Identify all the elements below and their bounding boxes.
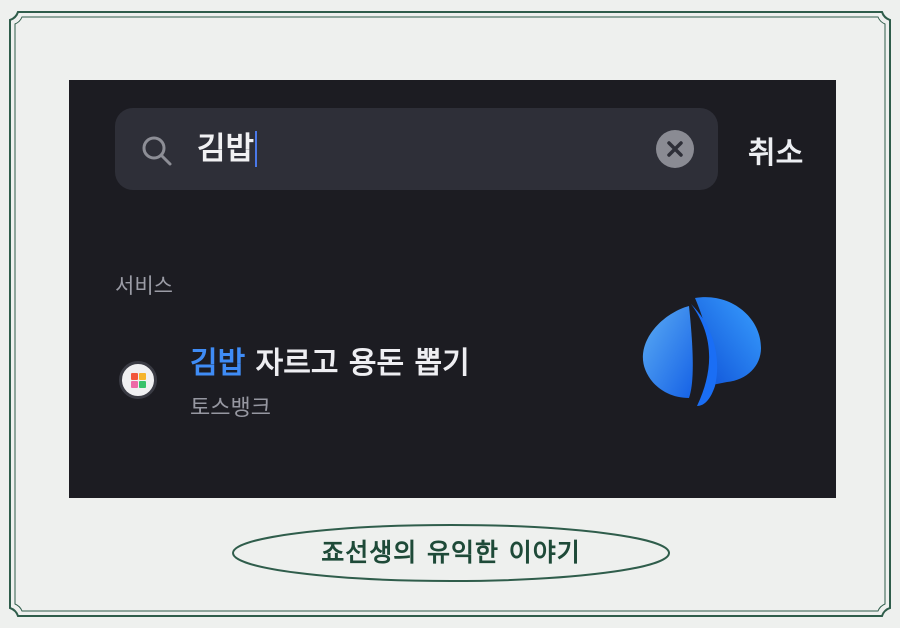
app-icon-tile-green [139, 381, 146, 388]
app-icon-tile-yellow [139, 373, 146, 380]
section-label-services: 서비스 [115, 274, 173, 298]
app-icon-tile-pink [131, 381, 138, 388]
caption-text: 죠선생의 유익한 이야기 [321, 538, 581, 567]
search-bar[interactable]: 김밥 [115, 108, 718, 190]
clear-icon [667, 141, 683, 157]
result-title-highlight: 김밥 [190, 346, 246, 381]
search-icon [142, 136, 172, 166]
toss-logo-thumbnail [642, 297, 761, 406]
result-title-rest: 자르고 용돈 뽑기 [245, 346, 470, 381]
result-title[interactable]: 김밥 자르고 용돈 뽑기 [190, 338, 470, 382]
app-screenshot: 김밥 취소 서비스 김밥 자르고 용돈 뽑기 토스뱅크 [69, 80, 836, 498]
result-subtitle: 토스뱅크 [190, 396, 271, 421]
app-icon [119, 361, 157, 399]
app-icon-tile-red [131, 373, 138, 380]
clear-search-button[interactable] [656, 130, 694, 168]
cancel-button[interactable]: 취소 [748, 128, 803, 172]
text-caret [255, 130, 258, 167]
search-input[interactable]: 김밥 [197, 126, 258, 172]
search-query: 김밥 [197, 131, 255, 167]
